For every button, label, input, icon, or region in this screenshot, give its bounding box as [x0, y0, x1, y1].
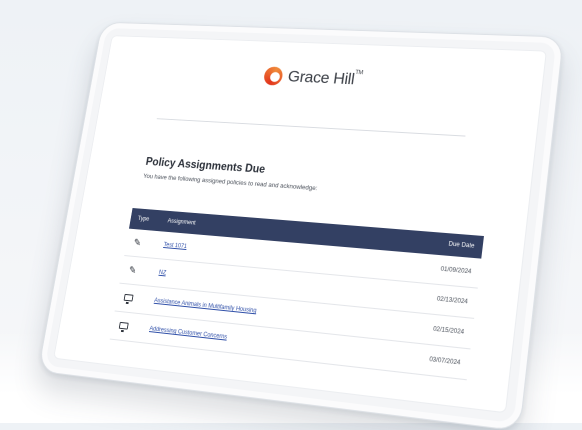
page-title: Policy Assignments Due	[144, 156, 266, 176]
due-date: 03/07/2024	[428, 356, 461, 367]
due-date: 02/13/2024	[436, 296, 469, 306]
brand-name: Grace HillTM	[286, 67, 364, 89]
grace-hill-logo-icon	[262, 66, 284, 86]
due-date: 02/15/2024	[432, 326, 465, 336]
type-cell	[118, 321, 150, 333]
assignment-link[interactable]: Test 1071	[163, 242, 187, 250]
tablet-screen: Grace HillTM Policy Assignments Due You …	[53, 35, 547, 414]
type-cell	[128, 265, 160, 277]
assignment-link[interactable]: NZ	[158, 270, 166, 276]
header-divider	[156, 118, 466, 137]
assignments-table: Type Assignment Due Date Test 1071 01/09…	[109, 208, 484, 381]
monitor-icon	[118, 321, 129, 330]
monitor-icon	[123, 293, 134, 302]
document-sign-icon	[128, 265, 140, 276]
document-sign-icon	[133, 238, 145, 248]
stage: Grace HillTM Policy Assignments Due You …	[0, 0, 582, 430]
brand-logo: Grace HillTM	[104, 60, 544, 98]
assignment-link[interactable]: Addressing Customer Concerns	[149, 326, 228, 340]
type-cell	[133, 238, 165, 250]
header-type: Type	[137, 216, 150, 223]
header-due-date: Due Date	[448, 241, 475, 250]
type-cell	[123, 293, 155, 305]
due-date: 01/09/2024	[440, 266, 472, 276]
page-subtitle: You have the following assigned policies…	[142, 173, 318, 193]
tablet-device: Grace HillTM Policy Assignments Due You …	[37, 21, 565, 430]
assignment-link[interactable]: Assistance Animals in Multifamily Housin…	[154, 298, 257, 314]
